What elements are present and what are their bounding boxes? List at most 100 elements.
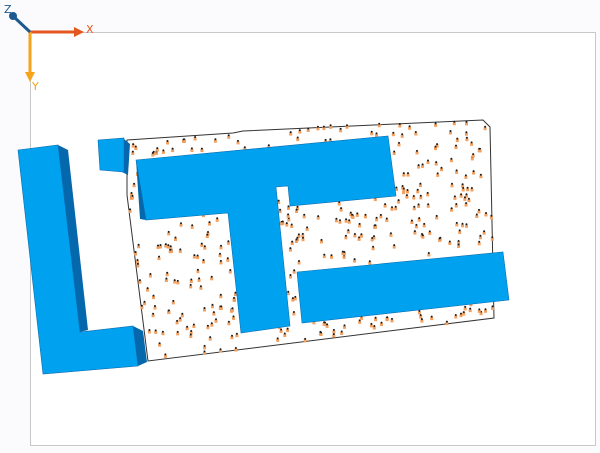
agent-head [209, 336, 212, 339]
agent-head [393, 150, 396, 153]
agent-head [358, 236, 361, 239]
agent-head [194, 136, 197, 138]
agent-head [207, 231, 209, 233]
agent-head [295, 208, 298, 211]
agent-head [281, 220, 284, 223]
agent-head [176, 330, 179, 333]
agent-head [453, 120, 456, 123]
agent-head [419, 314, 422, 317]
agent-head [434, 122, 437, 125]
agent-head [412, 195, 415, 197]
agent-head [280, 328, 283, 331]
agent-head [466, 186, 469, 189]
agent-head [406, 189, 409, 191]
agent-head [182, 138, 185, 141]
agent-head [136, 259, 139, 261]
agent-head [216, 217, 219, 220]
agent-head [196, 254, 199, 257]
agent-head [420, 318, 423, 321]
agent-head [206, 233, 209, 236]
agent-head [303, 213, 306, 216]
agent-head [294, 295, 297, 298]
agent-head [360, 233, 363, 236]
agent-head [173, 279, 176, 282]
agent-head [167, 244, 170, 247]
agent-head [171, 147, 174, 150]
agent-head [464, 305, 467, 308]
y-axis-label: Y [31, 80, 39, 93]
agent-head [339, 127, 342, 130]
agent-head [461, 222, 464, 225]
agent-head [181, 312, 184, 315]
agent-head [378, 122, 381, 125]
scene-canvas[interactable]: X Y Z [0, 0, 600, 453]
agent-head [421, 163, 424, 166]
agent-head [394, 205, 397, 208]
agent-head [226, 257, 229, 260]
agent-head [465, 202, 468, 205]
agent-head [237, 139, 239, 142]
agent-head [234, 347, 237, 349]
agent-head [152, 312, 155, 315]
agent-head [152, 294, 155, 297]
agent-head [436, 172, 439, 175]
agent-head [332, 328, 335, 331]
agent-head [490, 214, 493, 217]
agent-head [393, 244, 396, 247]
agent-head [358, 222, 361, 225]
agent-head [461, 183, 464, 186]
agent-head [231, 334, 233, 337]
agent-head [293, 269, 296, 272]
agent-head [132, 143, 135, 146]
agent-head [211, 303, 214, 306]
agent-head [460, 193, 463, 196]
agent-head [316, 125, 319, 128]
agent-head [457, 240, 460, 242]
agent-head [143, 300, 146, 303]
x-axis-label: X [86, 23, 94, 36]
agent-head [465, 120, 468, 123]
agent-head [206, 324, 209, 327]
agent-head [423, 222, 426, 225]
agent-head [479, 234, 482, 237]
agent-head [343, 251, 346, 253]
agent-head [212, 311, 215, 314]
agent-head [232, 315, 235, 318]
agent-head [220, 305, 223, 308]
agent-head [440, 166, 443, 169]
agent-head [283, 332, 286, 335]
agent-head [320, 331, 323, 334]
agent-head [379, 213, 382, 216]
agent-head [297, 233, 300, 236]
agent-head [368, 260, 371, 263]
agent-head [200, 147, 203, 150]
agent-head [146, 287, 149, 290]
agent-head [417, 164, 420, 167]
agent-head [485, 212, 487, 214]
agent-head [277, 199, 280, 202]
agent-head [436, 143, 439, 146]
agent-head [462, 187, 465, 189]
agent-head [220, 244, 222, 247]
building-small-block[interactable] [97, 137, 130, 175]
agent-head [302, 236, 304, 239]
agent-head [427, 159, 429, 162]
agent-head [384, 203, 387, 206]
agent-head [290, 223, 293, 226]
agent-head [167, 230, 170, 233]
agent-head [176, 279, 179, 282]
agent-head [203, 245, 206, 248]
agent-head [418, 217, 421, 220]
agent-head [134, 251, 137, 253]
agent-head [154, 305, 156, 307]
agent-head [332, 333, 335, 336]
3d-viewport[interactable]: X Y Z [0, 0, 600, 453]
agent-head [351, 213, 354, 216]
agent-head [470, 141, 473, 144]
agent-head [469, 307, 472, 310]
agent-head [407, 172, 409, 175]
agent-head [210, 322, 213, 325]
agent-head [166, 140, 169, 142]
agent-head [465, 223, 468, 226]
agent-head [291, 297, 294, 300]
